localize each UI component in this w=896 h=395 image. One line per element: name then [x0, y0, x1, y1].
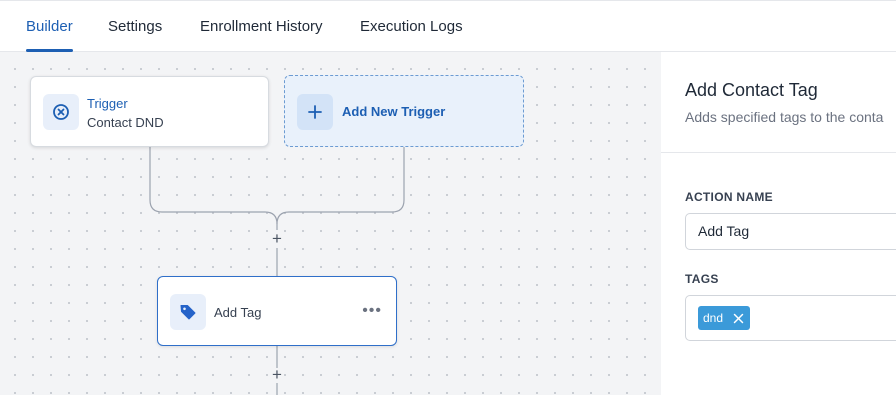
workflow-canvas[interactable]: + + Trigger Contact DND Add New Trigger: [0, 52, 661, 395]
add-step-button-bottom[interactable]: +: [270, 366, 284, 383]
close-icon[interactable]: [733, 313, 744, 324]
add-step-button[interactable]: +: [270, 230, 284, 247]
tags-label: TAGS: [685, 272, 719, 286]
action-node-label: Add Tag: [214, 305, 262, 320]
ellipsis-icon[interactable]: •••: [362, 303, 382, 319]
circle-x-icon: [43, 94, 79, 130]
workflow-builder: Builder Settings Enrollment History Exec…: [0, 0, 896, 395]
panel-title: Add Contact Tag: [685, 80, 818, 100]
action-name-label: ACTION NAME: [685, 190, 773, 204]
action-settings-panel: Add Contact Tag Adds specified tags to t…: [661, 52, 896, 395]
trigger-subtitle: Contact DND: [87, 115, 164, 130]
tab-enrollment-history[interactable]: Enrollment History: [200, 18, 323, 35]
trigger-node[interactable]: Trigger Contact DND: [30, 76, 269, 147]
tab-builder[interactable]: Builder: [26, 18, 73, 35]
action-name-input[interactable]: Add Tag: [685, 213, 896, 250]
trigger-title: Trigger: [87, 96, 128, 111]
add-new-trigger-label: Add New Trigger: [342, 104, 446, 119]
tab-bar: Builder Settings Enrollment History Exec…: [0, 0, 896, 52]
plus-icon: [297, 94, 333, 130]
tab-execution-logs[interactable]: Execution Logs: [360, 18, 463, 35]
tag-icon: [170, 294, 206, 330]
tags-input[interactable]: dnd: [685, 295, 896, 341]
tag-chip: dnd: [698, 306, 751, 330]
tag-chip-label: dnd: [703, 311, 724, 325]
add-new-trigger-button[interactable]: Add New Trigger: [284, 75, 524, 147]
tab-settings[interactable]: Settings: [108, 18, 162, 35]
panel-description: Adds specified tags to the conta: [685, 109, 884, 125]
panel-divider: [661, 152, 896, 153]
action-node-add-tag[interactable]: Add Tag •••: [157, 276, 397, 346]
